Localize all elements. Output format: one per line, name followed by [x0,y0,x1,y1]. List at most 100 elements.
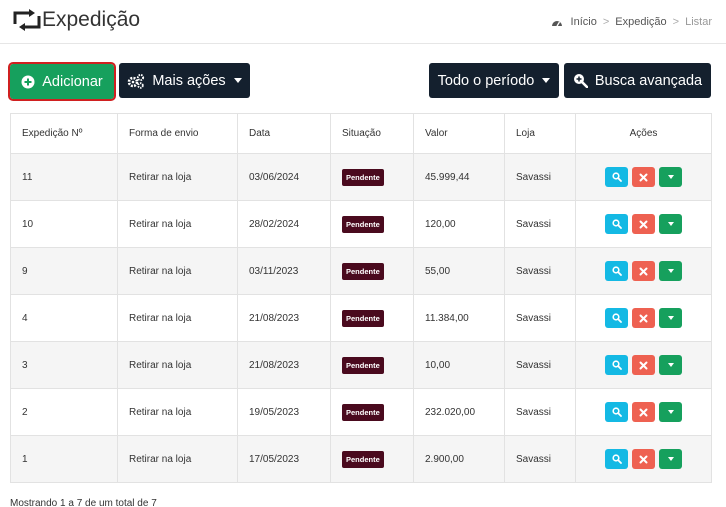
close-icon [639,267,648,275]
close-icon [639,408,648,416]
search-icon [611,219,622,229]
column-header[interactable]: Expedição Nº [10,113,118,154]
table-row[interactable]: 4 Retirar na loja 21/08/2023 Pendente 11.384… [10,294,712,342]
cell-id: 1 [10,435,118,483]
top-header: Expedição Início > Expedição > Listar [0,0,726,44]
cell-shipping: Retirar na loja [117,200,238,248]
delete-button[interactable] [632,308,655,328]
row-options-button[interactable] [659,402,682,422]
table-row[interactable]: 3 Retirar na loja 21/08/2023 Pendente 10,00 S… [10,341,712,389]
period-label: Todo o período [437,72,535,89]
add-button-label: Adicionar [42,73,103,90]
view-button[interactable] [605,214,628,234]
cell-shipping: Retirar na loja [117,435,238,483]
cell-value: 55,00 [413,247,505,295]
view-button[interactable] [605,261,628,281]
cell-store: Savassi [504,388,576,436]
add-button[interactable]: Adicionar [8,62,116,101]
cell-store: Savassi [504,200,576,248]
row-options-button[interactable] [659,261,682,281]
cell-actions [575,435,712,483]
column-header[interactable]: Data [237,113,331,154]
view-button[interactable] [605,355,628,375]
chevron-down-icon [667,175,674,179]
cell-store: Savassi [504,435,576,483]
cell-actions [575,341,712,389]
view-button[interactable] [605,167,628,187]
column-header[interactable]: Loja [504,113,576,154]
cell-actions [575,247,712,295]
delete-button[interactable] [632,261,655,281]
row-options-button[interactable] [659,308,682,328]
row-options-button[interactable] [659,449,682,469]
row-options-button[interactable] [659,355,682,375]
cell-date: 03/06/2024 [237,153,331,201]
delete-button[interactable] [632,355,655,375]
status-badge: Pendente [342,403,384,421]
cell-date: 19/05/2023 [237,388,331,436]
cell-status: Pendente [330,294,414,342]
column-header[interactable]: Forma de envio [117,113,238,154]
breadcrumb: Início > Expedição > Listar [551,16,712,28]
table-row[interactable]: 11 Retirar na loja 03/06/2024 Pendente 45.99… [10,153,712,201]
cell-store: Savassi [504,153,576,201]
breadcrumb-expedicao[interactable]: Expedição [615,16,666,28]
breadcrumb-separator: > [672,16,680,28]
chevron-down-icon [667,410,674,414]
dashboard-icon [551,21,562,27]
search-icon [611,172,622,182]
page-title: Expedição [42,8,141,31]
cell-store: Savassi [504,294,576,342]
chevron-down-icon [233,78,242,83]
close-icon [639,361,648,369]
view-button[interactable] [605,308,628,328]
table-row[interactable]: 9 Retirar na loja 03/11/2023 Pendente 55,00 S… [10,247,712,295]
cell-value: 45.999,44 [413,153,505,201]
table-row[interactable]: 2 Retirar na loja 19/05/2023 Pendente 232.02… [10,388,712,436]
cell-date: 28/02/2024 [237,200,331,248]
cell-date: 03/11/2023 [237,247,331,295]
more-actions-button[interactable]: Mais ações [119,63,250,98]
delete-button[interactable] [632,167,655,187]
cell-id: 2 [10,388,118,436]
view-button[interactable] [605,402,628,422]
status-badge: Pendente [342,356,384,374]
close-icon [639,314,648,322]
column-header[interactable]: Situação [330,113,414,154]
table-row[interactable]: 10 Retirar na loja 28/02/2024 Pendente 120,0… [10,200,712,248]
cell-shipping: Retirar na loja [117,341,238,389]
delete-button[interactable] [632,449,655,469]
cell-actions [575,200,712,248]
chevron-down-icon [542,78,551,83]
cell-shipping: Retirar na loja [117,153,238,201]
breadcrumb-home[interactable]: Início [571,16,597,28]
cell-status: Pendente [330,153,414,201]
cell-id: 11 [10,153,118,201]
column-header[interactable]: Valor [413,113,505,154]
status-badge: Pendente [342,262,384,280]
search-icon [611,454,622,464]
cell-status: Pendente [330,388,414,436]
cell-actions [575,388,712,436]
period-dropdown[interactable]: Todo o período [429,63,559,98]
cell-shipping: Retirar na loja [117,294,238,342]
column-header: Ações [575,113,712,154]
status-badge: Pendente [342,215,384,233]
row-options-button[interactable] [659,214,682,234]
more-actions-label: Mais ações [152,72,226,89]
chevron-down-icon [667,363,674,367]
row-options-button[interactable] [659,167,682,187]
cell-actions [575,153,712,201]
table-header-row: Expedição Nº Forma de envio Data Situaçã… [10,113,712,154]
table-summary: Mostrando 1 a 7 de um total de 7 [10,498,157,507]
delete-button[interactable] [632,214,655,234]
loop-arrows-icon [13,9,41,31]
gears-icon [128,73,145,89]
cell-shipping: Retirar na loja [117,247,238,295]
cell-date: 21/08/2023 [237,341,331,389]
table-row[interactable]: 1 Retirar na loja 17/05/2023 Pendente 2.900,… [10,435,712,483]
delete-button[interactable] [632,402,655,422]
view-button[interactable] [605,449,628,469]
advanced-search-button[interactable]: Busca avançada [564,63,711,98]
chevron-down-icon [667,316,674,320]
